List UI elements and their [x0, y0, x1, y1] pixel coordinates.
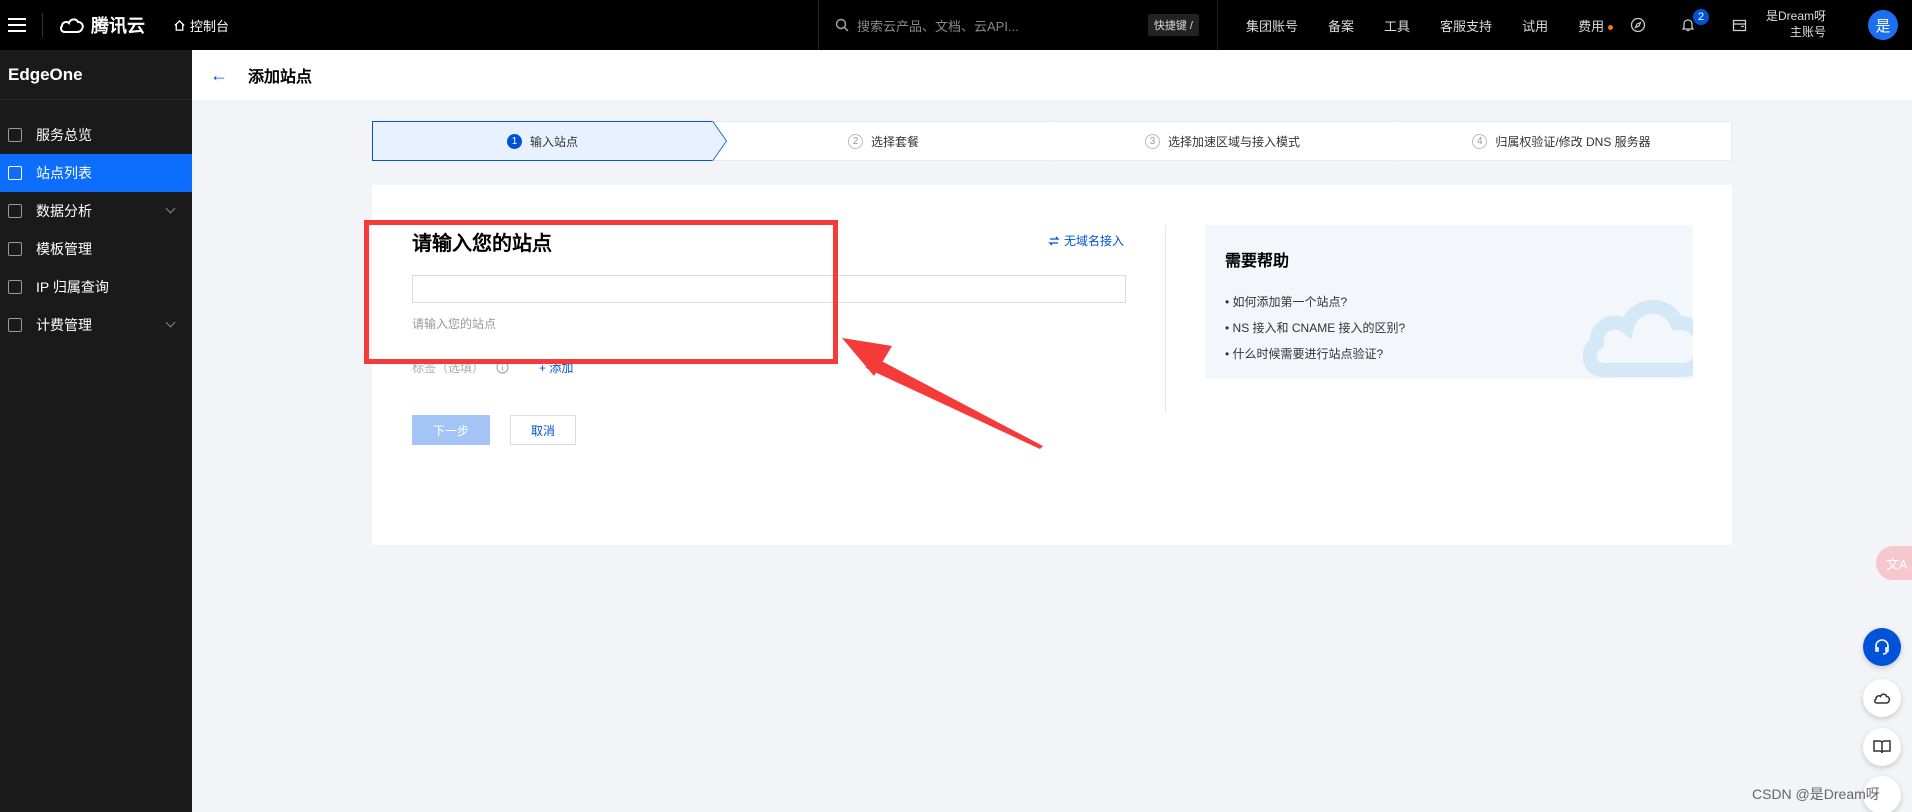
no-domain-link[interactable]: 无域名接入	[1048, 232, 1124, 249]
cloud-decoration-icon	[1583, 300, 1693, 377]
sidebar-item-site-list[interactable]: 站点列表	[0, 154, 192, 192]
cloud-assistant-button[interactable]	[1863, 679, 1901, 717]
sidebar: EdgeOne 服务总览 站点列表 数据分析 模板管理 IP 归属查询 计费管理	[0, 50, 192, 812]
avatar[interactable]: 是	[1868, 10, 1898, 40]
notification-badge: 2	[1692, 8, 1710, 26]
console-link[interactable]: 控制台	[173, 16, 229, 35]
chevron-down-icon	[165, 203, 176, 214]
step-number: 1	[506, 133, 522, 149]
console-label: 控制台	[190, 18, 230, 34]
step-number: 2	[847, 133, 863, 149]
sidebar-item-label: 模板管理	[36, 241, 92, 257]
help-links: 如何添加第一个站点? NS 接入和 CNAME 接入的区别? 什么时候需要进行站…	[1225, 289, 1406, 367]
step-2: 2 选择套餐	[713, 121, 1067, 161]
divider	[1165, 225, 1166, 411]
step-3: 3 选择加速区域与接入模式	[1053, 121, 1406, 161]
notification-button[interactable]: 2	[1680, 0, 1710, 50]
divider	[42, 13, 43, 37]
help-link[interactable]: 如何添加第一个站点?	[1225, 289, 1405, 315]
top-bar: 腾讯云 控制台 搜索云产品、文档、云API... 快捷键 / 集团账号 备案 工…	[0, 0, 1912, 50]
search-icon	[835, 18, 849, 32]
sidebar-item-label: 数据分析	[36, 203, 92, 219]
step-1: 1 输入站点	[372, 121, 727, 161]
sidebar-item-label: 计费管理	[36, 317, 92, 333]
global-search[interactable]: 搜索云产品、文档、云API... 快捷键 /	[818, 0, 1218, 50]
annotation-highlight-box	[364, 220, 838, 364]
sidebar-item-templates[interactable]: 模板管理	[0, 230, 192, 268]
sidebar-item-billing[interactable]: 计费管理	[0, 306, 192, 344]
swap-icon	[1048, 236, 1060, 245]
sidebar-nav: 服务总览 站点列表 数据分析 模板管理 IP 归属查询 计费管理	[0, 116, 192, 344]
ip-icon	[8, 280, 22, 294]
shortcut-key: 快捷键 /	[1147, 14, 1199, 36]
topnav-group-account[interactable]: 集团账号	[1246, 16, 1298, 35]
account-info[interactable]: 是Dream呀 主账号	[1766, 8, 1826, 40]
sidebar-item-label: 站点列表	[36, 165, 92, 181]
sidebar-item-ip-lookup[interactable]: IP 归属查询	[0, 268, 192, 306]
list-icon	[8, 166, 22, 180]
page-header: ← 添加站点	[192, 50, 1912, 100]
brand-logo[interactable]: 腾讯云	[59, 12, 145, 38]
home-icon	[174, 19, 185, 31]
topnav-filing[interactable]: 备案	[1328, 16, 1354, 35]
step-number: 4	[1472, 133, 1488, 149]
step-label: 选择加速区域与接入模式	[1167, 134, 1300, 149]
step-indicator: 1 输入站点 2 选择套餐 3 选择加速区域与接入模式 4 归属权验证/修改 D…	[372, 121, 1732, 161]
billing-icon	[8, 318, 22, 332]
chart-icon	[8, 204, 22, 218]
cancel-button[interactable]: 取消	[510, 415, 576, 445]
step-label: 选择套餐	[870, 134, 919, 149]
help-title: 需要帮助	[1225, 253, 1290, 270]
compass-icon[interactable]	[1630, 0, 1646, 50]
step-label: 输入站点	[529, 134, 578, 149]
page-title: 添加站点	[248, 69, 313, 86]
grid-icon	[8, 128, 22, 142]
sidebar-item-label: 服务总览	[36, 127, 92, 143]
brand-name: 腾讯云	[91, 16, 145, 36]
headset-icon	[1875, 639, 1889, 655]
billing-dot-icon	[1608, 24, 1614, 30]
cloud-logo-icon	[60, 18, 84, 33]
topnav-billing-label: 费用	[1578, 18, 1605, 34]
book-icon	[1873, 740, 1891, 754]
docs-button[interactable]	[1863, 728, 1901, 766]
panel-icon[interactable]	[1732, 0, 1747, 50]
search-placeholder: 搜索云产品、文档、云API...	[857, 18, 1019, 34]
step-number: 3	[1144, 133, 1160, 149]
step-4: 4 归属权验证/修改 DNS 服务器	[1392, 121, 1732, 161]
product-title: EdgeOne	[0, 50, 192, 100]
cloud-icon	[1874, 693, 1891, 704]
sidebar-item-overview[interactable]: 服务总览	[0, 116, 192, 154]
topnav-billing[interactable]: 费用	[1578, 16, 1614, 35]
menu-icon[interactable]	[0, 0, 34, 50]
watermark: CSDN @是Dream呀	[1752, 786, 1880, 802]
chevron-down-icon	[165, 317, 176, 328]
topnav-tools[interactable]: 工具	[1384, 16, 1410, 35]
help-panel: 需要帮助 如何添加第一个站点? NS 接入和 CNAME 接入的区别? 什么时候…	[1205, 225, 1693, 379]
account-role: 主账号	[1790, 25, 1827, 39]
help-link[interactable]: NS 接入和 CNAME 接入的区别?	[1225, 315, 1406, 341]
topnav-support[interactable]: 客服支持	[1440, 16, 1492, 35]
next-button[interactable]: 下一步	[412, 415, 490, 445]
account-name: 是Dream呀	[1766, 9, 1827, 23]
sidebar-item-label: IP 归属查询	[36, 279, 109, 295]
top-nav: 集团账号 备案 工具 客服支持 试用 费用	[1246, 0, 1614, 50]
step-label: 归属权验证/修改 DNS 服务器	[1495, 134, 1651, 149]
no-domain-label: 无域名接入	[1064, 234, 1125, 248]
topnav-trial[interactable]: 试用	[1522, 16, 1548, 35]
help-link[interactable]: 什么时候需要进行站点验证?	[1225, 341, 1405, 367]
translate-tab[interactable]: 文A	[1876, 546, 1912, 580]
customer-service-button[interactable]	[1863, 628, 1901, 666]
sidebar-item-analytics[interactable]: 数据分析	[0, 192, 192, 230]
back-arrow-icon[interactable]: ←	[210, 65, 228, 86]
template-icon	[8, 242, 22, 256]
